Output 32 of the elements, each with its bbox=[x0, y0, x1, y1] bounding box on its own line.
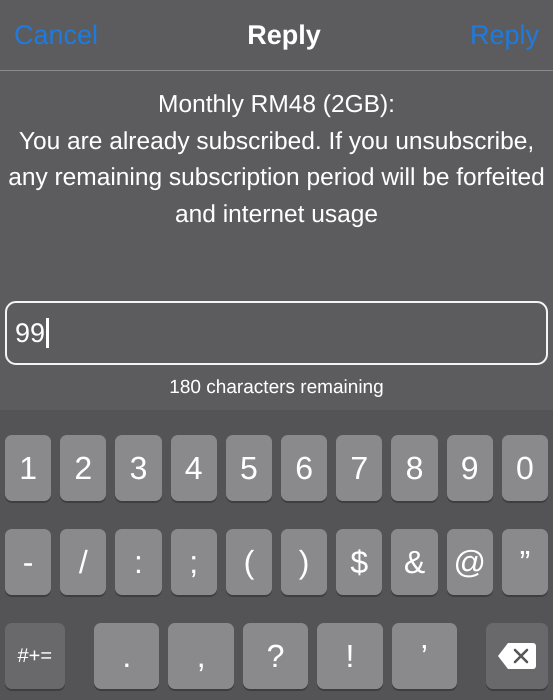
key[interactable]: ? bbox=[242, 623, 308, 689]
key[interactable]: 6 bbox=[281, 435, 328, 501]
key[interactable]: $ bbox=[336, 529, 382, 595]
key[interactable]: ! bbox=[317, 623, 383, 689]
key[interactable]: 5 bbox=[226, 435, 272, 501]
key[interactable]: , bbox=[168, 623, 234, 689]
delete-key[interactable] bbox=[486, 623, 548, 689]
key[interactable]: ) bbox=[281, 529, 328, 595]
key[interactable]: - bbox=[5, 529, 52, 595]
key[interactable]: @ bbox=[446, 529, 493, 595]
key[interactable]: 0 bbox=[502, 435, 548, 501]
key[interactable]: 4 bbox=[170, 435, 217, 501]
key[interactable]: ; bbox=[170, 529, 217, 595]
key[interactable]: ( bbox=[226, 529, 272, 595]
key[interactable]: / bbox=[60, 529, 106, 595]
key[interactable]: 7 bbox=[336, 435, 382, 501]
key[interactable]: & bbox=[391, 529, 438, 595]
key[interactable]: 8 bbox=[391, 435, 438, 501]
key[interactable]: 1 bbox=[5, 435, 52, 501]
key[interactable]: 2 bbox=[60, 435, 106, 501]
screen-title: Reply bbox=[247, 20, 321, 50]
key[interactable]: ’ bbox=[392, 623, 457, 689]
reply-field[interactable]: 99 bbox=[5, 301, 548, 365]
key[interactable]: ” bbox=[502, 529, 548, 595]
symbols-key[interactable]: #+= bbox=[5, 623, 65, 689]
key[interactable]: 9 bbox=[446, 435, 493, 501]
key[interactable]: : bbox=[115, 529, 162, 595]
key[interactable]: . bbox=[94, 623, 160, 689]
key[interactable]: 3 bbox=[115, 435, 162, 501]
backspace-icon bbox=[497, 642, 538, 670]
message-text: Monthly RM48 (2GB): You are already subscribed. If you unsubscribe, any remaining subscription period will be forfeited and internet usage bbox=[7, 90, 546, 230]
character-counter: 180 characters remaining bbox=[168, 377, 385, 399]
